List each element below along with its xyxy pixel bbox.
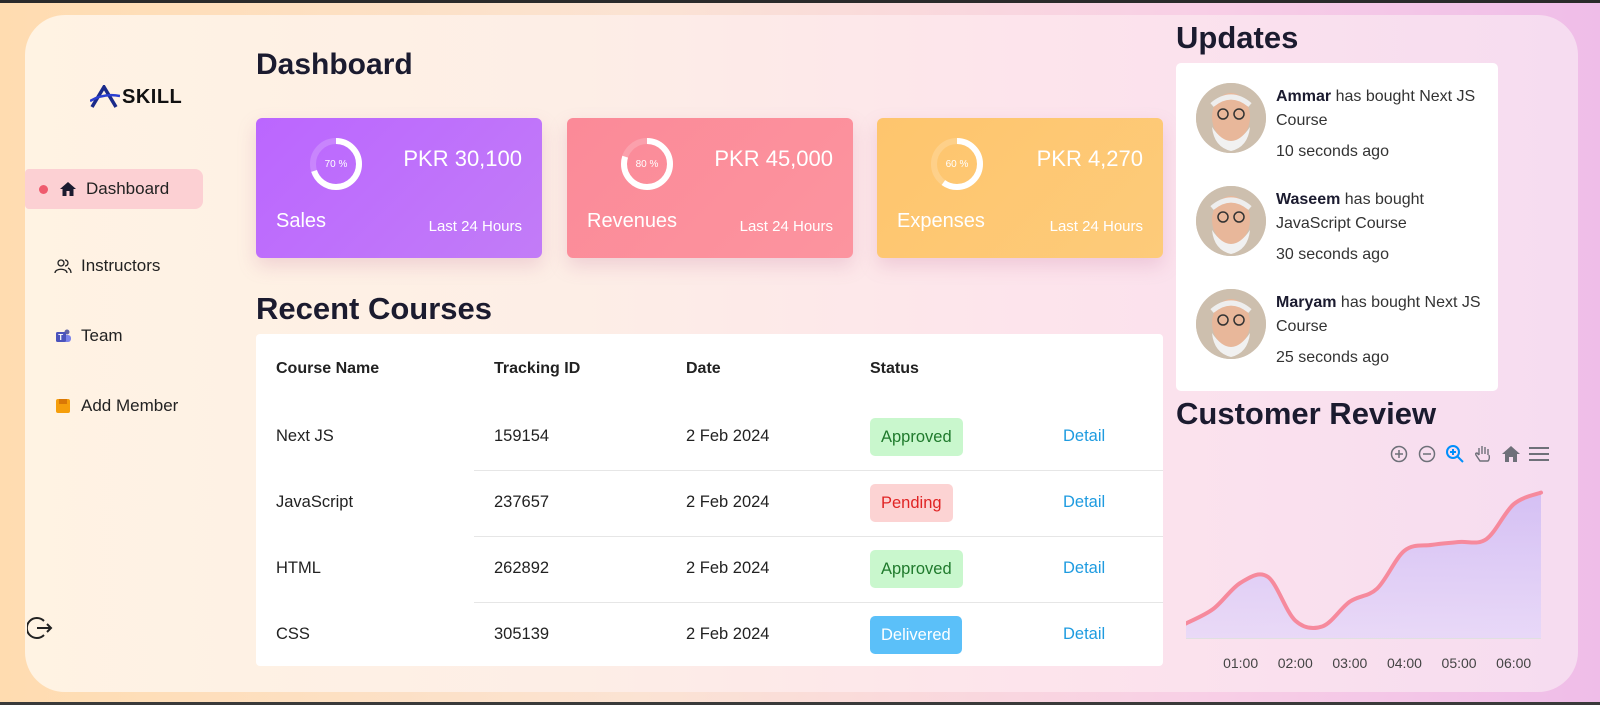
update-item: Maryam has bought Next JS Course 25 seco… — [1196, 289, 1486, 369]
tracking-id: 159154 — [494, 427, 550, 445]
status-badge: Delivered — [870, 616, 962, 654]
recent-courses-table: Course Name Tracking ID Date Status Next… — [256, 334, 1163, 666]
updates-card: Ammar has bought Next JS Course 10 secon… — [1176, 63, 1498, 391]
column-header: Course Name — [276, 360, 380, 377]
sidebar-item-team[interactable]: T Team — [25, 316, 203, 356]
menu-icon[interactable] — [1528, 443, 1550, 465]
tracking-id: 237657 — [494, 493, 550, 511]
pan-icon[interactable] — [1472, 443, 1494, 465]
card-amount: PKR 45,000 — [714, 146, 833, 171]
update-time: 30 seconds ago — [1276, 246, 1389, 263]
active-indicator-dot — [39, 184, 48, 194]
zoom-out-icon[interactable] — [1416, 443, 1438, 465]
card-amount: PKR 30,100 — [403, 146, 522, 171]
tracking-id: 305139 — [494, 625, 550, 643]
detail-link[interactable]: Detail — [1063, 493, 1105, 512]
customer-review-title: Customer Review — [1176, 396, 1437, 431]
avatar — [1196, 83, 1266, 153]
table-row: CSS 305139 2 Feb 2024 Delivered Detail — [256, 603, 1163, 669]
home-icon — [58, 179, 78, 199]
sales-card[interactable]: 70 % PKR 30,100 Sales Last 24 Hours — [256, 118, 542, 258]
teams-icon: T — [53, 326, 73, 346]
column-header: Tracking ID — [494, 360, 581, 377]
updates-title: Updates — [1176, 20, 1299, 55]
logout-icon[interactable] — [27, 615, 53, 641]
add-member-icon — [53, 396, 73, 416]
recent-courses-title: Recent Courses — [256, 291, 493, 326]
table-row: Next JS 159154 2 Feb 2024 Approved Detai… — [256, 405, 1163, 471]
progress-percent: 60 % — [945, 158, 969, 170]
avatar — [1196, 186, 1266, 256]
reset-home-icon[interactable] — [1500, 443, 1522, 465]
update-time: 10 seconds ago — [1276, 143, 1389, 160]
course-date: 2 Feb 2024 — [686, 493, 770, 511]
update-user-name: Ammar — [1276, 88, 1332, 105]
progress-percent: 70 % — [324, 158, 348, 170]
expenses-card[interactable]: 60 % PKR 4,270 Expenses Last 24 Hours — [877, 118, 1163, 258]
update-item: Waseem has bought JavaScript Course 30 s… — [1196, 186, 1486, 266]
x-tick-label: 02:00 — [1278, 655, 1313, 671]
sidebar-item-label: Dashboard — [86, 179, 170, 198]
update-text: Maryam has bought Next JS Course — [1276, 291, 1486, 339]
update-user-name: Waseem — [1276, 191, 1341, 208]
update-text: Ammar has bought Next JS Course — [1276, 85, 1486, 133]
course-date: 2 Feb 2024 — [686, 427, 770, 445]
sidebar-item-add-member[interactable]: Add Member — [25, 386, 203, 426]
card-label: Expenses — [897, 210, 985, 232]
update-time: 25 seconds ago — [1276, 349, 1389, 366]
detail-link[interactable]: Detail — [1063, 625, 1105, 644]
brand-logo[interactable]: SKILL — [90, 85, 182, 109]
avatar — [1196, 289, 1266, 359]
logo-mark-icon — [90, 85, 120, 108]
chart-area — [1186, 492, 1541, 638]
card-amount: PKR 4,270 — [1036, 146, 1143, 171]
logo-text: SKILL — [122, 85, 183, 108]
update-text: Waseem has bought JavaScript Course — [1276, 188, 1486, 236]
chart-toolbar — [1388, 443, 1550, 465]
sidebar-item-label: Instructors — [81, 256, 161, 275]
x-tick-label: 05:00 — [1442, 655, 1477, 671]
selection-zoom-icon[interactable] — [1444, 443, 1466, 465]
update-item: Ammar has bought Next JS Course 10 secon… — [1196, 83, 1486, 163]
card-period: Last 24 Hours — [739, 218, 833, 235]
tracking-id: 262892 — [494, 559, 550, 577]
course-name: CSS — [276, 625, 310, 643]
column-header: Date — [686, 360, 721, 377]
zoom-in-icon[interactable] — [1388, 443, 1410, 465]
progress-percent: 80 % — [635, 158, 659, 170]
sidebar-item-label: Team — [81, 326, 123, 345]
status-badge: Approved — [870, 550, 963, 588]
card-label: Revenues — [587, 210, 678, 232]
svg-text:T: T — [58, 333, 63, 342]
card-period: Last 24 Hours — [1049, 218, 1143, 235]
x-tick-label: 01:00 — [1223, 655, 1258, 671]
sidebar-item-dashboard[interactable]: Dashboard — [25, 169, 203, 209]
column-header: Status — [870, 360, 919, 377]
users-icon — [53, 256, 73, 276]
revenues-card[interactable]: 80 % PKR 45,000 Revenues Last 24 Hours — [567, 118, 853, 258]
x-tick-label: 04:00 — [1387, 655, 1422, 671]
course-date: 2 Feb 2024 — [686, 559, 770, 577]
sidebar-item-instructors[interactable]: Instructors — [25, 246, 203, 286]
update-user-name: Maryam — [1276, 294, 1337, 311]
x-tick-label: 06:00 — [1496, 655, 1531, 671]
course-name: HTML — [276, 559, 321, 577]
detail-link[interactable]: Detail — [1063, 427, 1105, 446]
status-badge: Approved — [870, 418, 963, 456]
detail-link[interactable]: Detail — [1063, 559, 1105, 578]
card-label: Sales — [276, 210, 327, 232]
table-row: HTML 262892 2 Feb 2024 Approved Detail — [256, 537, 1163, 603]
sidebar-item-label: Add Member — [81, 396, 179, 415]
page-title: Dashboard — [256, 48, 413, 81]
course-date: 2 Feb 2024 — [686, 625, 770, 643]
x-tick-label: 03:00 — [1332, 655, 1367, 671]
status-badge: Pending — [870, 484, 953, 522]
customer-review-chart[interactable]: 01:00 02:00 03:00 04:00 05:00 06:00 — [1186, 470, 1548, 680]
course-name: Next JS — [276, 427, 334, 445]
course-name: JavaScript — [276, 493, 354, 511]
card-period: Last 24 Hours — [428, 218, 522, 235]
table-row: JavaScript 237657 2 Feb 2024 Pending Det… — [256, 471, 1163, 537]
